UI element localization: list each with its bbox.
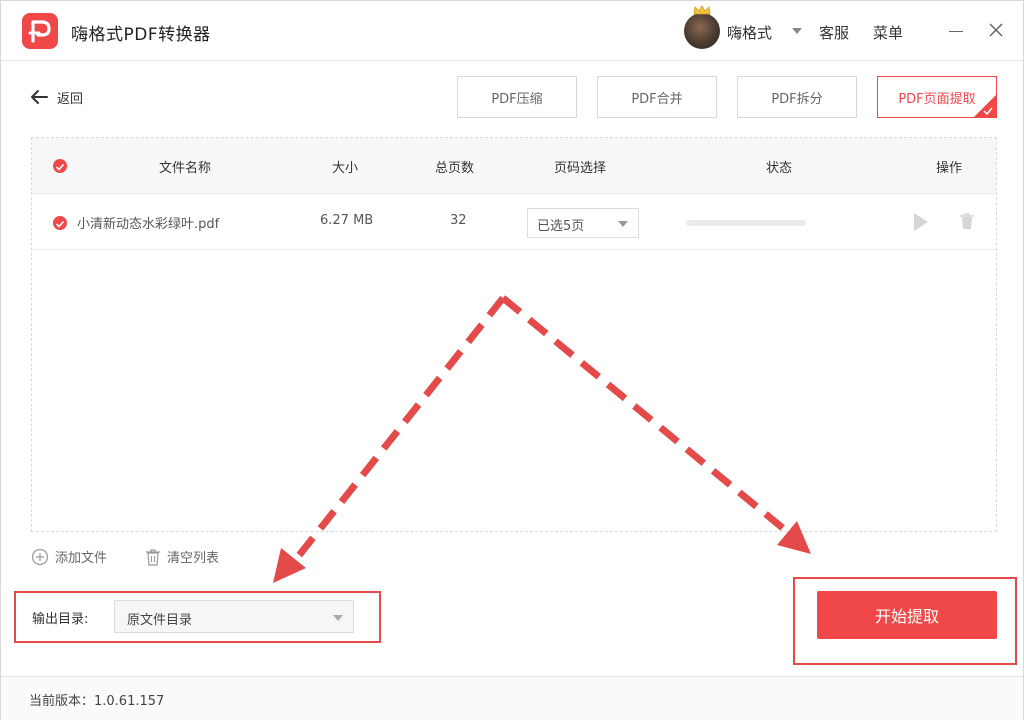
file-pages: 32 (450, 213, 467, 228)
check-icon (55, 220, 65, 228)
app-logo-icon (22, 13, 58, 49)
tool-pdf-compress[interactable]: PDF压缩 (457, 76, 577, 118)
avatar[interactable] (684, 13, 720, 49)
add-file-button[interactable]: 添加文件 (31, 547, 107, 566)
column-header-actions: 操作 (936, 161, 963, 176)
file-name: 小清新动态水彩绿叶.pdf (77, 217, 220, 232)
page-selection-value: 已选5页 (537, 219, 585, 234)
tool-pdf-merge[interactable]: PDF合并 (597, 76, 717, 118)
page-selection-dropdown[interactable]: 已选5页 (527, 208, 639, 238)
select-all-checkbox[interactable] (53, 159, 67, 173)
tool-label: PDF压缩 (491, 91, 543, 107)
back-button[interactable]: 返回 (29, 87, 83, 107)
trash-icon (146, 548, 160, 566)
menu-link[interactable]: 菜单 (873, 22, 903, 43)
tool-label: PDF页面提取 (898, 91, 976, 107)
check-icon (55, 163, 65, 171)
play-icon[interactable] (914, 213, 928, 231)
clear-list-button[interactable]: 清空列表 (145, 547, 219, 566)
start-extract-button[interactable]: 开始提取 (817, 591, 997, 639)
output-directory-label: 输出目录: (32, 612, 89, 627)
status-bar: 当前版本：1.0.61.157 (1, 676, 1023, 720)
arrow-left-icon (31, 90, 48, 104)
clear-list-label: 清空列表 (167, 551, 220, 566)
checkmark-icon (983, 107, 993, 115)
trash-icon[interactable] (959, 212, 975, 230)
column-header-pages: 总页数 (435, 161, 475, 176)
version-label: 当前版本：1.0.61.157 (29, 694, 165, 709)
customer-service-link[interactable]: 客服 (819, 22, 849, 43)
column-header-page-selection: 页码选择 (554, 161, 607, 176)
username[interactable]: 嗨格式 (727, 22, 772, 43)
row-checkbox[interactable] (53, 216, 67, 230)
column-header-size: 大小 (332, 161, 359, 176)
output-directory-value: 原文件目录 (127, 613, 193, 628)
app-title: 嗨格式PDF转换器 (71, 25, 211, 45)
output-directory-highlight: 输出目录: 原文件目录 (14, 591, 381, 643)
status-progress-bar (686, 220, 806, 226)
table-header: 文件名称 大小 总页数 页码选择 状态 操作 (32, 138, 996, 194)
tool-pdf-split[interactable]: PDF拆分 (737, 76, 857, 118)
chevron-down-icon (618, 221, 628, 227)
back-label: 返回 (57, 91, 84, 107)
chevron-down-icon (333, 615, 343, 621)
tool-label: PDF合并 (631, 91, 683, 107)
chevron-down-icon[interactable] (792, 28, 802, 34)
close-icon[interactable] (987, 21, 1005, 39)
column-header-filename: 文件名称 (159, 161, 212, 176)
tool-pdf-page-extract[interactable]: PDF页面提取 (877, 76, 997, 118)
column-header-status: 状态 (766, 161, 793, 176)
plus-circle-icon (31, 548, 49, 565)
crown-icon (693, 5, 711, 15)
minimize-icon[interactable] (949, 31, 963, 32)
app-window: 嗨格式PDF转换器 嗨格式 客服 菜单 返回 PDF压缩 PDF合并 PDF拆分… (0, 0, 1024, 720)
title-bar: 嗨格式PDF转换器 嗨格式 客服 菜单 (1, 1, 1023, 61)
output-directory-dropdown[interactable]: 原文件目录 (114, 600, 354, 633)
file-size: 6.27 MB (320, 213, 374, 228)
tool-label: PDF拆分 (771, 91, 823, 107)
file-table: 文件名称 大小 总页数 页码选择 状态 操作 小清新动态水彩绿叶.pdf 6.2… (31, 137, 997, 532)
add-file-label: 添加文件 (55, 551, 108, 566)
table-row: 小清新动态水彩绿叶.pdf 6.27 MB 32 已选5页 (32, 195, 996, 250)
